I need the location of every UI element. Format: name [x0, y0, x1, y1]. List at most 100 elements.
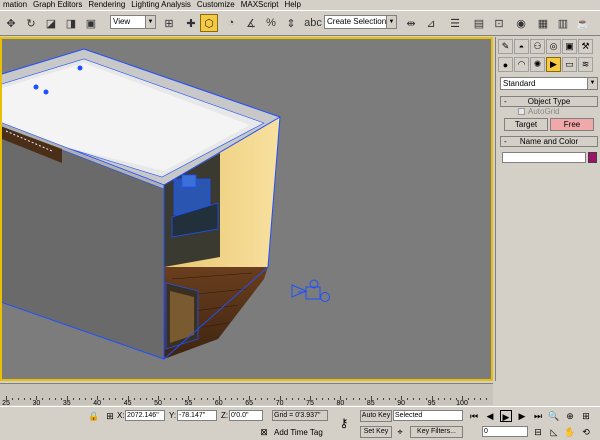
timeline-minor-tick [285, 398, 287, 400]
key-selection-dropdown[interactable]: Selected [393, 410, 463, 421]
menu-graph-editors[interactable]: Graph Editors [30, 0, 85, 10]
rendered-frame-window-icon[interactable]: ▥ [554, 14, 572, 32]
percent-snap-icon[interactable]: % [262, 14, 280, 32]
timeline-track-bar[interactable]: 25 30 35 40 45 50 55 60 65 70 75 80 85 90 95 100 [0, 383, 493, 407]
play-icon[interactable]: ▶ [500, 410, 512, 422]
utilities-tab-icon[interactable]: ⚒ [578, 39, 593, 54]
time-tag-icon: ⊠ [260, 427, 268, 437]
lock-selection-icon[interactable]: 🔒 [88, 410, 100, 422]
reference-coordinate-dropdown[interactable]: View ▼ [110, 15, 156, 29]
named-selection-set-dropdown[interactable]: Create Selection Set ▼ [324, 15, 397, 29]
render-setup-icon[interactable]: ▦ [534, 14, 552, 32]
timeline-minor-tick [431, 398, 433, 400]
menu-rendering[interactable]: Rendering [85, 0, 128, 10]
align-icon[interactable]: ⊿ [422, 14, 440, 32]
command-panel: ✎ ◓ ⚇ ◎ ▣ ⚒ ● ◠ ✺ ▶ ▭ ≋ Standard ▼ - Objec… [495, 37, 600, 381]
select-squash-icon[interactable]: ▣ [82, 14, 100, 32]
mirror-icon[interactable]: ⇹ [402, 14, 420, 32]
object-type-rollout-header[interactable]: - Object Type [500, 96, 598, 107]
spinner-snap-icon[interactable]: ⇕ [282, 14, 300, 32]
menu-customize[interactable]: Customize [194, 0, 238, 10]
select-move-icon[interactable]: ✥ [2, 14, 20, 32]
space-warps-icon[interactable]: ≋ [578, 57, 593, 72]
set-key-mode-icon[interactable]: ⚷ [338, 417, 350, 429]
free-camera-button[interactable]: Free [550, 118, 594, 131]
go-to-start-icon[interactable]: ⏮ [468, 410, 480, 422]
timeline-minor-tick [267, 398, 269, 400]
auto-key-button[interactable]: Auto Key [360, 410, 392, 422]
motion-tab-icon[interactable]: ◎ [546, 39, 561, 54]
next-frame-icon[interactable]: ▶ [516, 410, 528, 422]
render-production-icon[interactable]: ☕ [574, 14, 592, 32]
object-name-input[interactable] [502, 152, 586, 163]
zoom-extents-icon[interactable]: ⊞ [580, 410, 592, 422]
select-manipulate-icon[interactable]: ✚ [182, 14, 200, 32]
field-of-view-icon[interactable]: ◺ [548, 426, 560, 438]
previous-frame-icon[interactable]: ◀ [484, 410, 496, 422]
object-color-swatch[interactable] [588, 152, 597, 163]
menu-help[interactable]: Help [281, 0, 303, 10]
key-filter-icon[interactable]: ⌖ [394, 426, 406, 438]
geometry-icon[interactable]: ● [498, 57, 513, 72]
name-and-color-rollout-header[interactable]: - Name and Color [500, 136, 598, 147]
menu-maxscript[interactable]: MAXScript [238, 0, 282, 10]
z-coordinate-field[interactable]: 0'0.0" [229, 410, 263, 421]
select-scale-uniform-icon[interactable]: ◨ [62, 14, 80, 32]
curve-editor-icon[interactable]: ▤ [470, 14, 488, 32]
timeline-minor-tick [407, 398, 409, 400]
current-frame-field[interactable]: 0 [482, 426, 528, 437]
key-filters-button[interactable]: Key Filters... [410, 426, 463, 438]
timeline-minor-tick [6, 398, 7, 400]
x-coordinate-field[interactable]: 2072.146" [125, 410, 165, 421]
zoom-icon[interactable]: 🔍 [548, 410, 560, 422]
time-configuration-icon[interactable]: ⊟ [532, 426, 544, 438]
timeline-minor-tick [188, 398, 190, 400]
orbit-icon[interactable]: ⟲ [580, 426, 592, 438]
display-tab-icon[interactable]: ▣ [562, 39, 577, 54]
timeline-minor-tick [30, 398, 32, 400]
timeline-minor-tick [109, 398, 111, 400]
edit-named-selection-icon[interactable]: abc [304, 14, 322, 32]
timeline-minor-tick [437, 398, 439, 400]
create-tab-icon[interactable]: ✎ [498, 39, 513, 54]
go-to-end-icon[interactable]: ⏭ [532, 410, 544, 422]
perspective-viewport[interactable] [0, 37, 493, 381]
timeline-minor-tick [36, 398, 38, 400]
timeline-minor-tick [200, 398, 202, 400]
absolute-mode-icon[interactable]: ⊞ [104, 410, 116, 422]
schematic-view-icon[interactable]: ⊡ [490, 14, 508, 32]
timeline-minor-tick [151, 398, 153, 400]
add-time-tag-button[interactable]: Add Time Tag [274, 427, 323, 438]
set-key-button[interactable]: Set Key [360, 426, 392, 438]
hierarchy-tab-icon[interactable]: ⚇ [530, 39, 545, 54]
lights-icon[interactable]: ✺ [530, 57, 545, 72]
object-category-dropdown[interactable]: Standard ▼ [500, 77, 598, 90]
timeline-minor-tick [468, 398, 470, 400]
modify-tab-icon[interactable]: ◓ [514, 39, 529, 54]
snaps-toggle-icon[interactable]: ◔ [222, 14, 240, 32]
target-camera-button[interactable]: Target [504, 118, 548, 131]
keyboard-shortcut-override-icon[interactable]: ⬡ [200, 14, 218, 32]
angle-snap-icon[interactable]: ∡ [242, 14, 260, 32]
menu-bar: mation Graph Editors Rendering Lighting … [0, 0, 600, 10]
timeline-minor-tick [158, 398, 159, 400]
layer-manager-icon[interactable]: ☰ [446, 14, 464, 32]
pivot-center-icon[interactable]: ⊞ [160, 14, 178, 32]
menu-animation[interactable]: mation [0, 0, 30, 10]
material-editor-icon[interactable]: ◉ [512, 14, 530, 32]
cameras-icon[interactable]: ▶ [546, 57, 561, 72]
y-coordinate-field[interactable]: -78.147" [177, 410, 217, 421]
timeline-minor-tick [334, 398, 336, 400]
select-scale-icon[interactable]: ◪ [42, 14, 60, 32]
pan-icon[interactable]: ✋ [564, 426, 576, 438]
grid-size-readout: Grid = 0'3.937" [272, 410, 328, 421]
autogrid-checkbox[interactable]: AutoGrid [518, 107, 560, 116]
helpers-icon[interactable]: ▭ [562, 57, 577, 72]
select-rotate-icon[interactable]: ↻ [22, 14, 40, 32]
timeline-minor-tick [91, 398, 93, 400]
menu-lighting-analysis[interactable]: Lighting Analysis [128, 0, 194, 10]
timeline-minor-tick [170, 398, 172, 400]
zoom-all-icon[interactable]: ⊕ [564, 410, 576, 422]
status-bar: 🔒 ⊞ X: 2072.146" Y: -78.147" Z: 0'0.0" G… [0, 406, 600, 440]
shapes-icon[interactable]: ◠ [514, 57, 529, 72]
